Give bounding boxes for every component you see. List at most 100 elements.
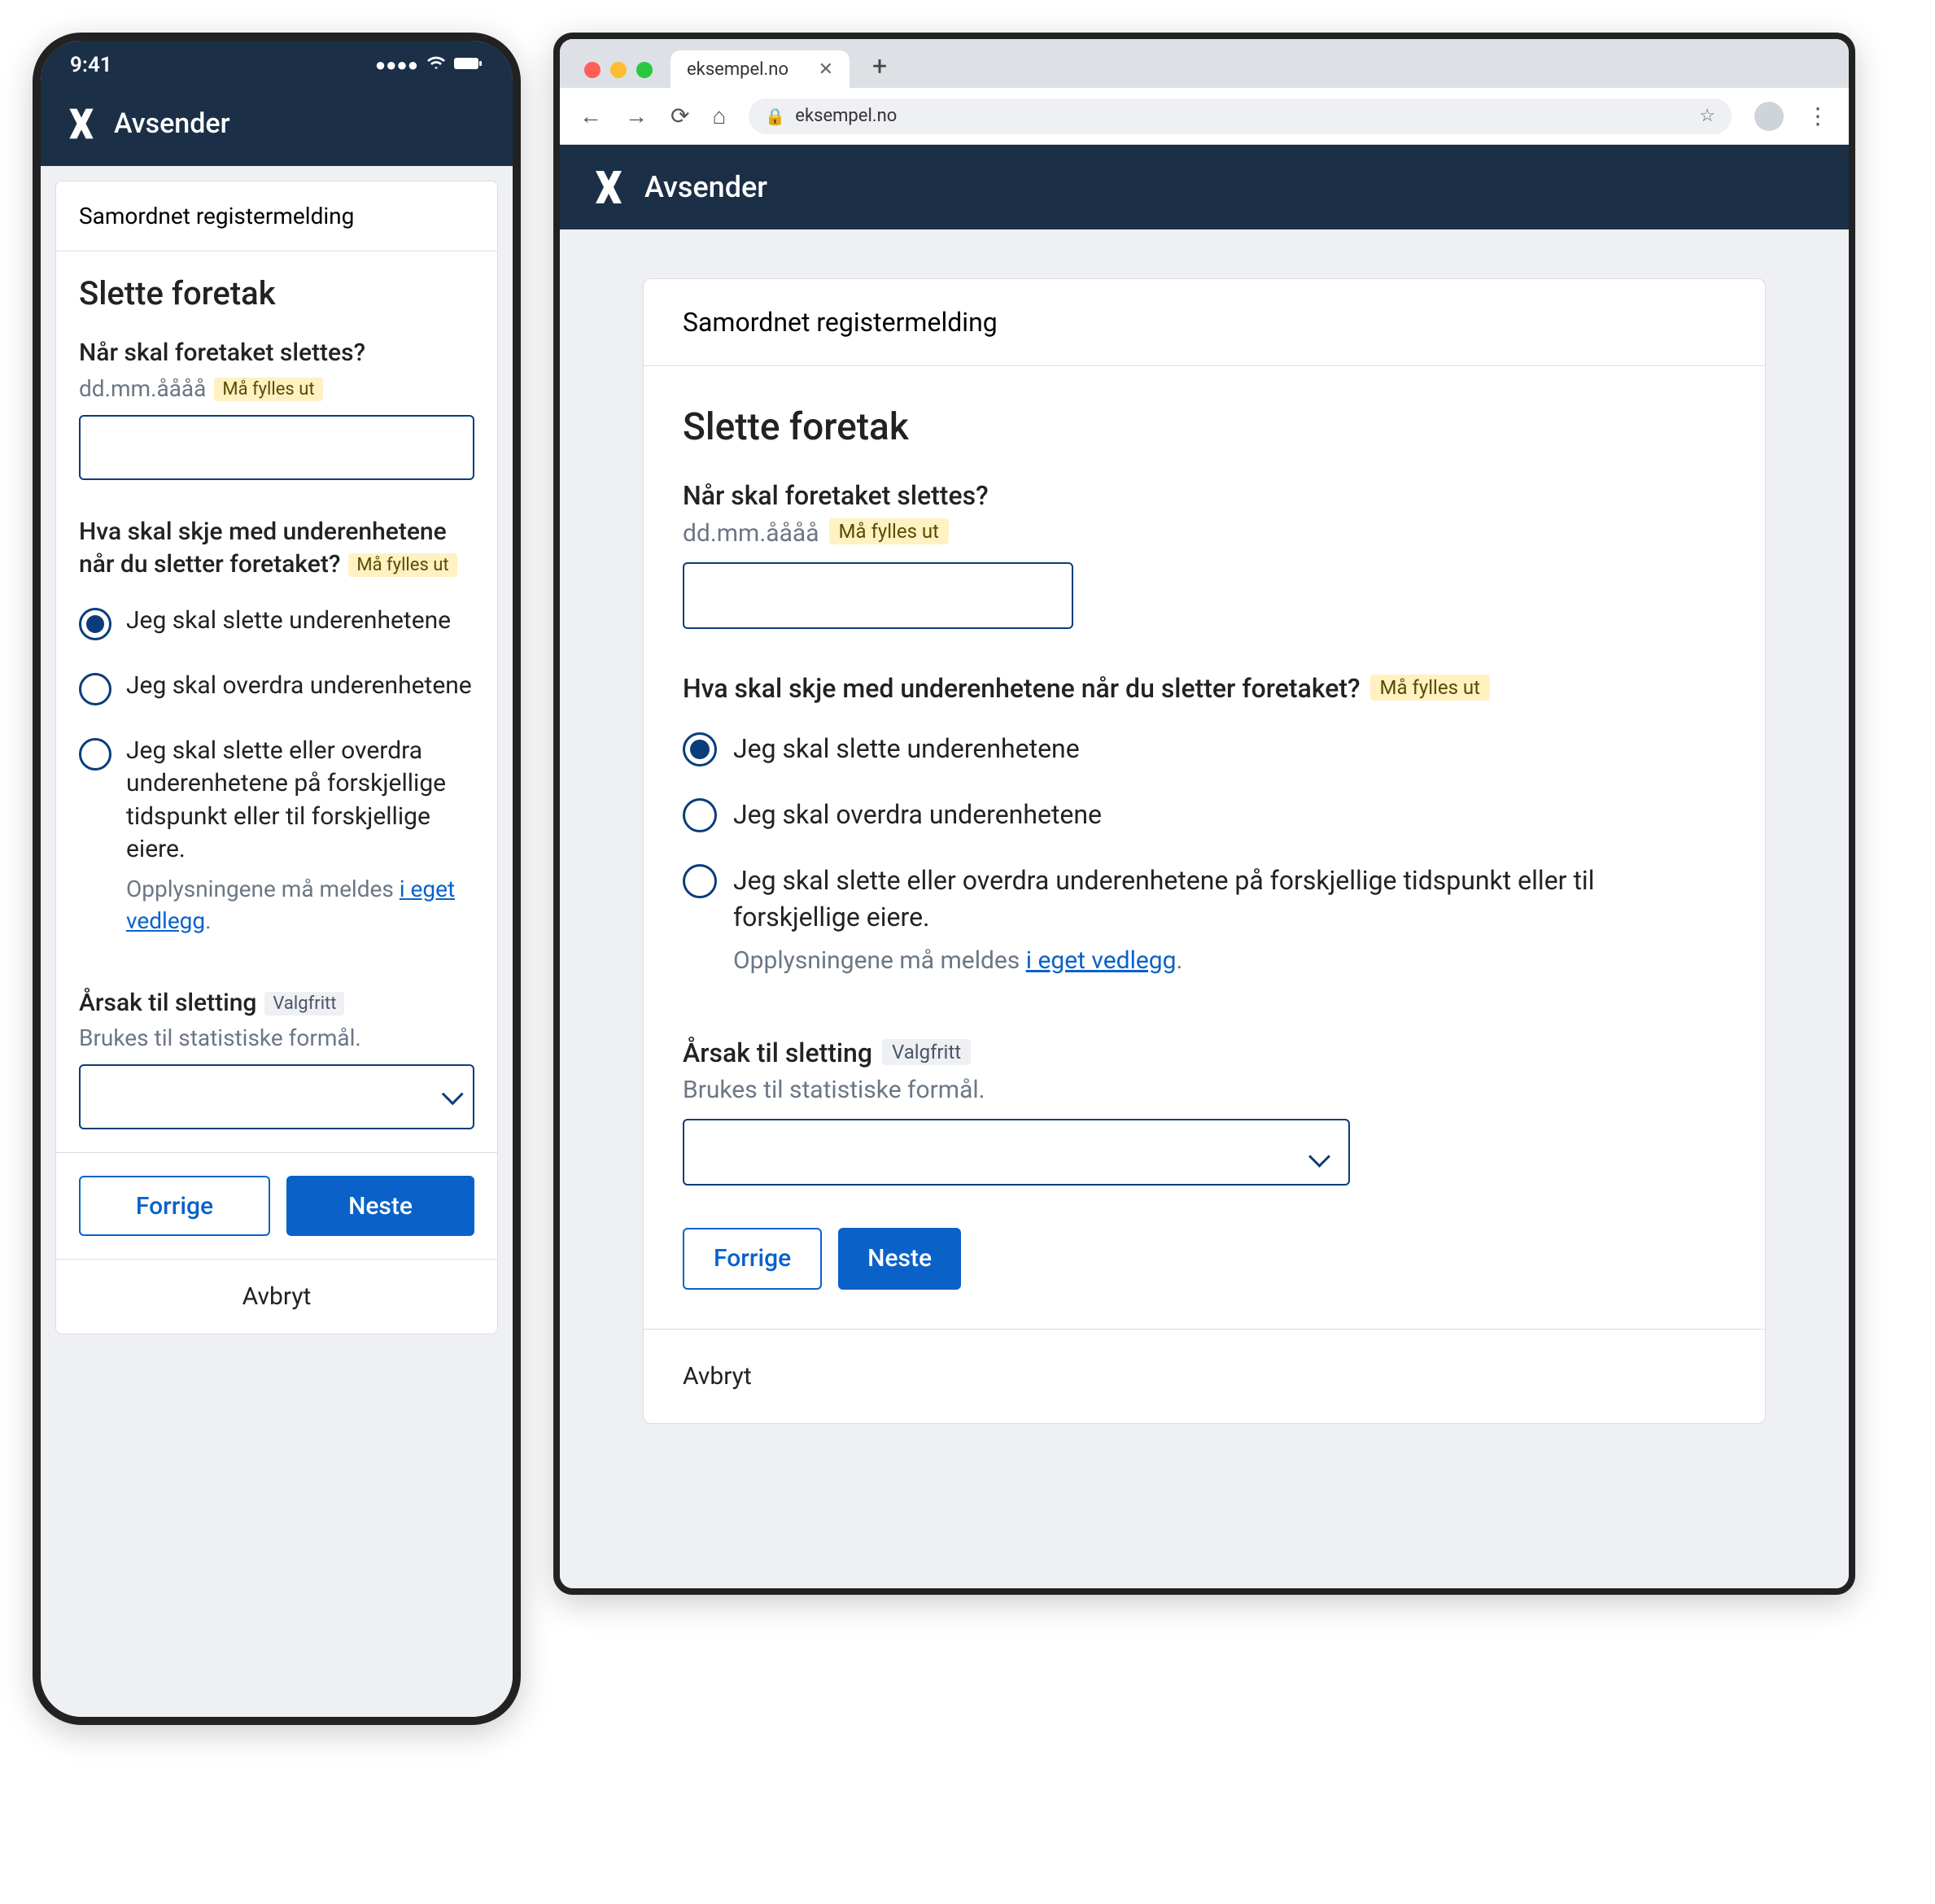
status-icons: ●●●● bbox=[375, 53, 483, 77]
required-tag: Må fylles ut bbox=[214, 378, 322, 401]
radio-label: Jeg skal slette eller overdra underenhet… bbox=[733, 865, 1594, 932]
wifi-icon bbox=[426, 53, 446, 77]
date-format-hint: dd.mm.åååå bbox=[683, 519, 819, 548]
radio-option-mixed[interactable]: Jeg skal slette eller overdra underenhet… bbox=[683, 848, 1726, 993]
date-input[interactable] bbox=[79, 415, 474, 480]
battery-icon bbox=[454, 55, 483, 76]
subunits-field-group: Hva skal skje med underenhetene når du s… bbox=[79, 516, 474, 951]
radio-label: Jeg skal slette underenhetene bbox=[733, 731, 1080, 767]
required-tag: Må fylles ut bbox=[1370, 675, 1490, 701]
url-text: eksempel.no bbox=[795, 106, 897, 126]
forward-icon[interactable]: → bbox=[625, 103, 648, 129]
button-row: Forrige Neste bbox=[683, 1228, 1726, 1290]
radio-description: Opplysningene må meldes i eget vedlegg. bbox=[733, 942, 1726, 979]
next-button[interactable]: Neste bbox=[838, 1228, 961, 1290]
subunits-label: Hva skal skje med underenhetene når du s… bbox=[683, 673, 1361, 704]
radio-description: Opplysningene må meldes i eget vedlegg. bbox=[126, 873, 474, 937]
radio-option-transfer[interactable]: Jeg skal overdra underenhetene bbox=[683, 782, 1726, 848]
desc-prefix: Opplysningene må meldes bbox=[733, 946, 1026, 975]
radio-circle-icon bbox=[79, 738, 111, 771]
radio-option-transfer[interactable]: Jeg skal overdra underenhetene bbox=[79, 655, 474, 720]
reason-label-row: Årsak til sletting Valgfritt bbox=[683, 1036, 1726, 1071]
reason-label: Årsak til sletting bbox=[79, 989, 256, 1017]
desc-suffix: . bbox=[1176, 946, 1182, 975]
browser-content: Samordnet registermelding Slette foretak… bbox=[560, 229, 1849, 1588]
back-icon[interactable]: ← bbox=[579, 103, 602, 129]
next-button[interactable]: Neste bbox=[286, 1176, 474, 1236]
radio-label: Jeg skal slette eller overdra underenhet… bbox=[126, 736, 446, 864]
phone-content: Samordnet registermelding Slette foretak… bbox=[41, 166, 513, 1717]
radio-circle-icon bbox=[683, 864, 717, 898]
reason-field-group: Årsak til sletting Valgfritt Brukes til … bbox=[683, 1036, 1726, 1186]
url-bar[interactable]: 🔒 eksempel.no ☆ bbox=[749, 98, 1732, 134]
radio-circle-icon bbox=[683, 798, 717, 832]
subunits-field-group: Hva skal skje med underenhetene når du s… bbox=[683, 671, 1726, 993]
bookmark-star-icon[interactable]: ☆ bbox=[1699, 106, 1715, 126]
close-tab-icon[interactable]: ✕ bbox=[819, 59, 833, 80]
phone-status-bar: 9:41 ●●●● bbox=[41, 41, 513, 90]
reload-icon[interactable]: ⟳ bbox=[670, 103, 689, 129]
brand-name: Avsender bbox=[114, 107, 230, 140]
browser-tab[interactable]: eksempel.no ✕ bbox=[670, 50, 850, 88]
reason-field-group: Årsak til sletting Valgfritt Brukes til … bbox=[79, 987, 474, 1130]
radio-label: Jeg skal overdra underenhetene bbox=[733, 797, 1102, 833]
reason-help: Brukes til statistiske formål. bbox=[683, 1076, 1726, 1104]
app-header: Avsender bbox=[560, 145, 1849, 229]
brand-logo-icon bbox=[63, 106, 99, 142]
reason-select[interactable] bbox=[79, 1064, 474, 1129]
radio-circle-icon bbox=[79, 608, 111, 640]
radio-option-mixed[interactable]: Jeg skal slette eller overdra underenhet… bbox=[79, 720, 474, 951]
radio-circle-icon bbox=[79, 673, 111, 705]
date-field-group: Når skal foretaket slettes? dd.mm.åååå M… bbox=[79, 337, 474, 480]
attachment-link[interactable]: i eget vedlegg bbox=[1026, 946, 1177, 975]
subunits-radios: Jeg skal slette underenhetene Jeg skal o… bbox=[79, 590, 474, 951]
date-hint-row: dd.mm.åååå Må fylles ut bbox=[683, 518, 1726, 548]
radio-option-delete[interactable]: Jeg skal slette underenhetene bbox=[79, 590, 474, 655]
prev-button[interactable]: Forrige bbox=[683, 1228, 822, 1290]
reason-label-row: Årsak til sletting Valgfritt bbox=[79, 987, 474, 1020]
form-section: Slette foretak Når skal foretaket slette… bbox=[56, 251, 497, 1152]
reason-label: Årsak til sletting bbox=[683, 1037, 872, 1068]
app-header: Avsender bbox=[41, 90, 513, 166]
date-label: Når skal foretaket slettes? bbox=[79, 337, 474, 370]
maximize-window-icon[interactable] bbox=[636, 62, 653, 78]
close-window-icon[interactable] bbox=[584, 62, 601, 78]
date-input[interactable] bbox=[683, 562, 1073, 629]
prev-button[interactable]: Forrige bbox=[79, 1176, 270, 1236]
cancel-button[interactable]: Avbryt bbox=[56, 1259, 497, 1334]
window-controls bbox=[576, 62, 661, 88]
home-icon[interactable]: ⌂ bbox=[712, 103, 726, 129]
radio-label: Jeg skal slette underenhetene bbox=[126, 605, 451, 638]
profile-avatar[interactable] bbox=[1754, 102, 1784, 131]
card-header: Samordnet registermelding bbox=[644, 279, 1765, 366]
card-header: Samordnet registermelding bbox=[56, 181, 497, 251]
browser-tab-strip: eksempel.no ✕ + bbox=[560, 39, 1849, 88]
minimize-window-icon[interactable] bbox=[610, 62, 627, 78]
brand-logo-icon bbox=[589, 168, 628, 207]
reason-select-wrap bbox=[683, 1119, 1350, 1186]
reason-select[interactable] bbox=[683, 1119, 1350, 1186]
date-hint-row: dd.mm.åååå Må fylles ut bbox=[79, 375, 474, 402]
subunits-label-row: Hva skal skje med underenhetene når du s… bbox=[79, 516, 474, 582]
page-title: Slette foretak bbox=[683, 405, 1726, 449]
tab-title: eksempel.no bbox=[687, 59, 788, 80]
more-menu-icon[interactable]: ⋮ bbox=[1806, 103, 1829, 129]
reason-select-wrap bbox=[79, 1051, 474, 1129]
form-section: Slette foretak Når skal foretaket slette… bbox=[644, 366, 1765, 1329]
cancel-button[interactable]: Avbryt bbox=[644, 1329, 1765, 1423]
radio-circle-icon bbox=[683, 732, 717, 766]
new-tab-button[interactable]: + bbox=[859, 50, 900, 88]
nav-icons: ← → ⟳ ⌂ bbox=[579, 103, 726, 129]
reason-help: Brukes til statistiske formål. bbox=[79, 1024, 474, 1051]
date-format-hint: dd.mm.åååå bbox=[79, 375, 206, 402]
date-field-group: Når skal foretaket slettes? dd.mm.åååå M… bbox=[683, 478, 1726, 629]
radio-option-delete[interactable]: Jeg skal slette underenhetene bbox=[683, 716, 1726, 782]
date-label: Når skal foretaket slettes? bbox=[683, 478, 1726, 513]
browser-frame: eksempel.no ✕ + ← → ⟳ ⌂ 🔒 eksempel.no ☆ … bbox=[553, 33, 1855, 1595]
form-card: Samordnet registermelding Slette foretak… bbox=[643, 278, 1766, 1424]
desc-prefix: Opplysningene må meldes bbox=[126, 876, 400, 902]
required-tag: Må fylles ut bbox=[829, 518, 949, 544]
optional-tag: Valgfritt bbox=[882, 1039, 971, 1065]
brand-name: Avsender bbox=[644, 170, 767, 204]
subunits-radios: Jeg skal slette underenhetene Jeg skal o… bbox=[683, 716, 1726, 993]
